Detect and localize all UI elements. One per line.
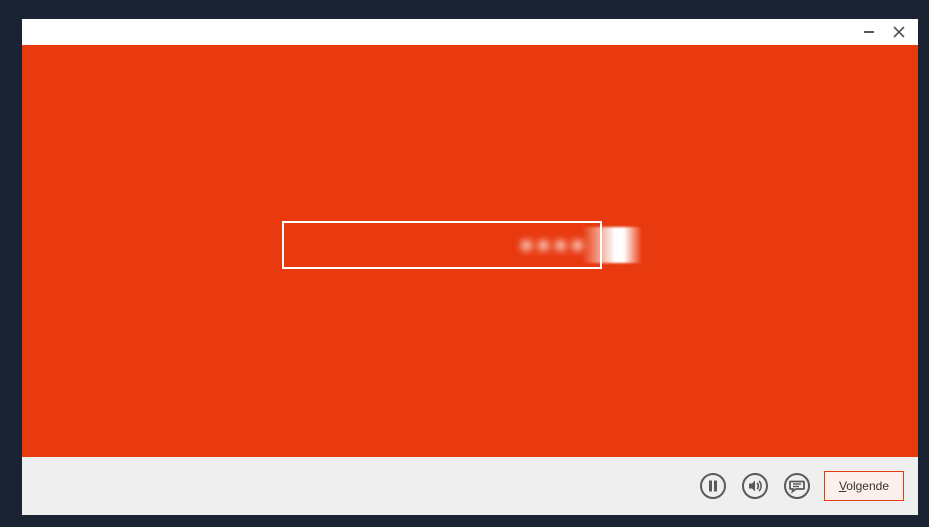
titlebar (22, 19, 918, 45)
sound-icon (741, 472, 769, 500)
feedback-icon (783, 472, 811, 500)
close-icon (893, 26, 905, 38)
progress-box (282, 221, 602, 269)
minimize-icon (863, 26, 875, 38)
close-button[interactable] (886, 22, 912, 42)
installer-window: Volgende (22, 19, 918, 515)
feedback-button[interactable] (782, 471, 812, 501)
footer-bar: Volgende (22, 457, 918, 515)
minimize-button[interactable] (856, 22, 882, 42)
next-button[interactable]: Volgende (824, 471, 904, 501)
progress-indicator (282, 221, 644, 269)
next-label-rest: olgende (846, 479, 889, 493)
pause-button[interactable] (698, 471, 728, 501)
pause-icon (699, 472, 727, 500)
content-area (22, 45, 918, 457)
sound-button[interactable] (740, 471, 770, 501)
